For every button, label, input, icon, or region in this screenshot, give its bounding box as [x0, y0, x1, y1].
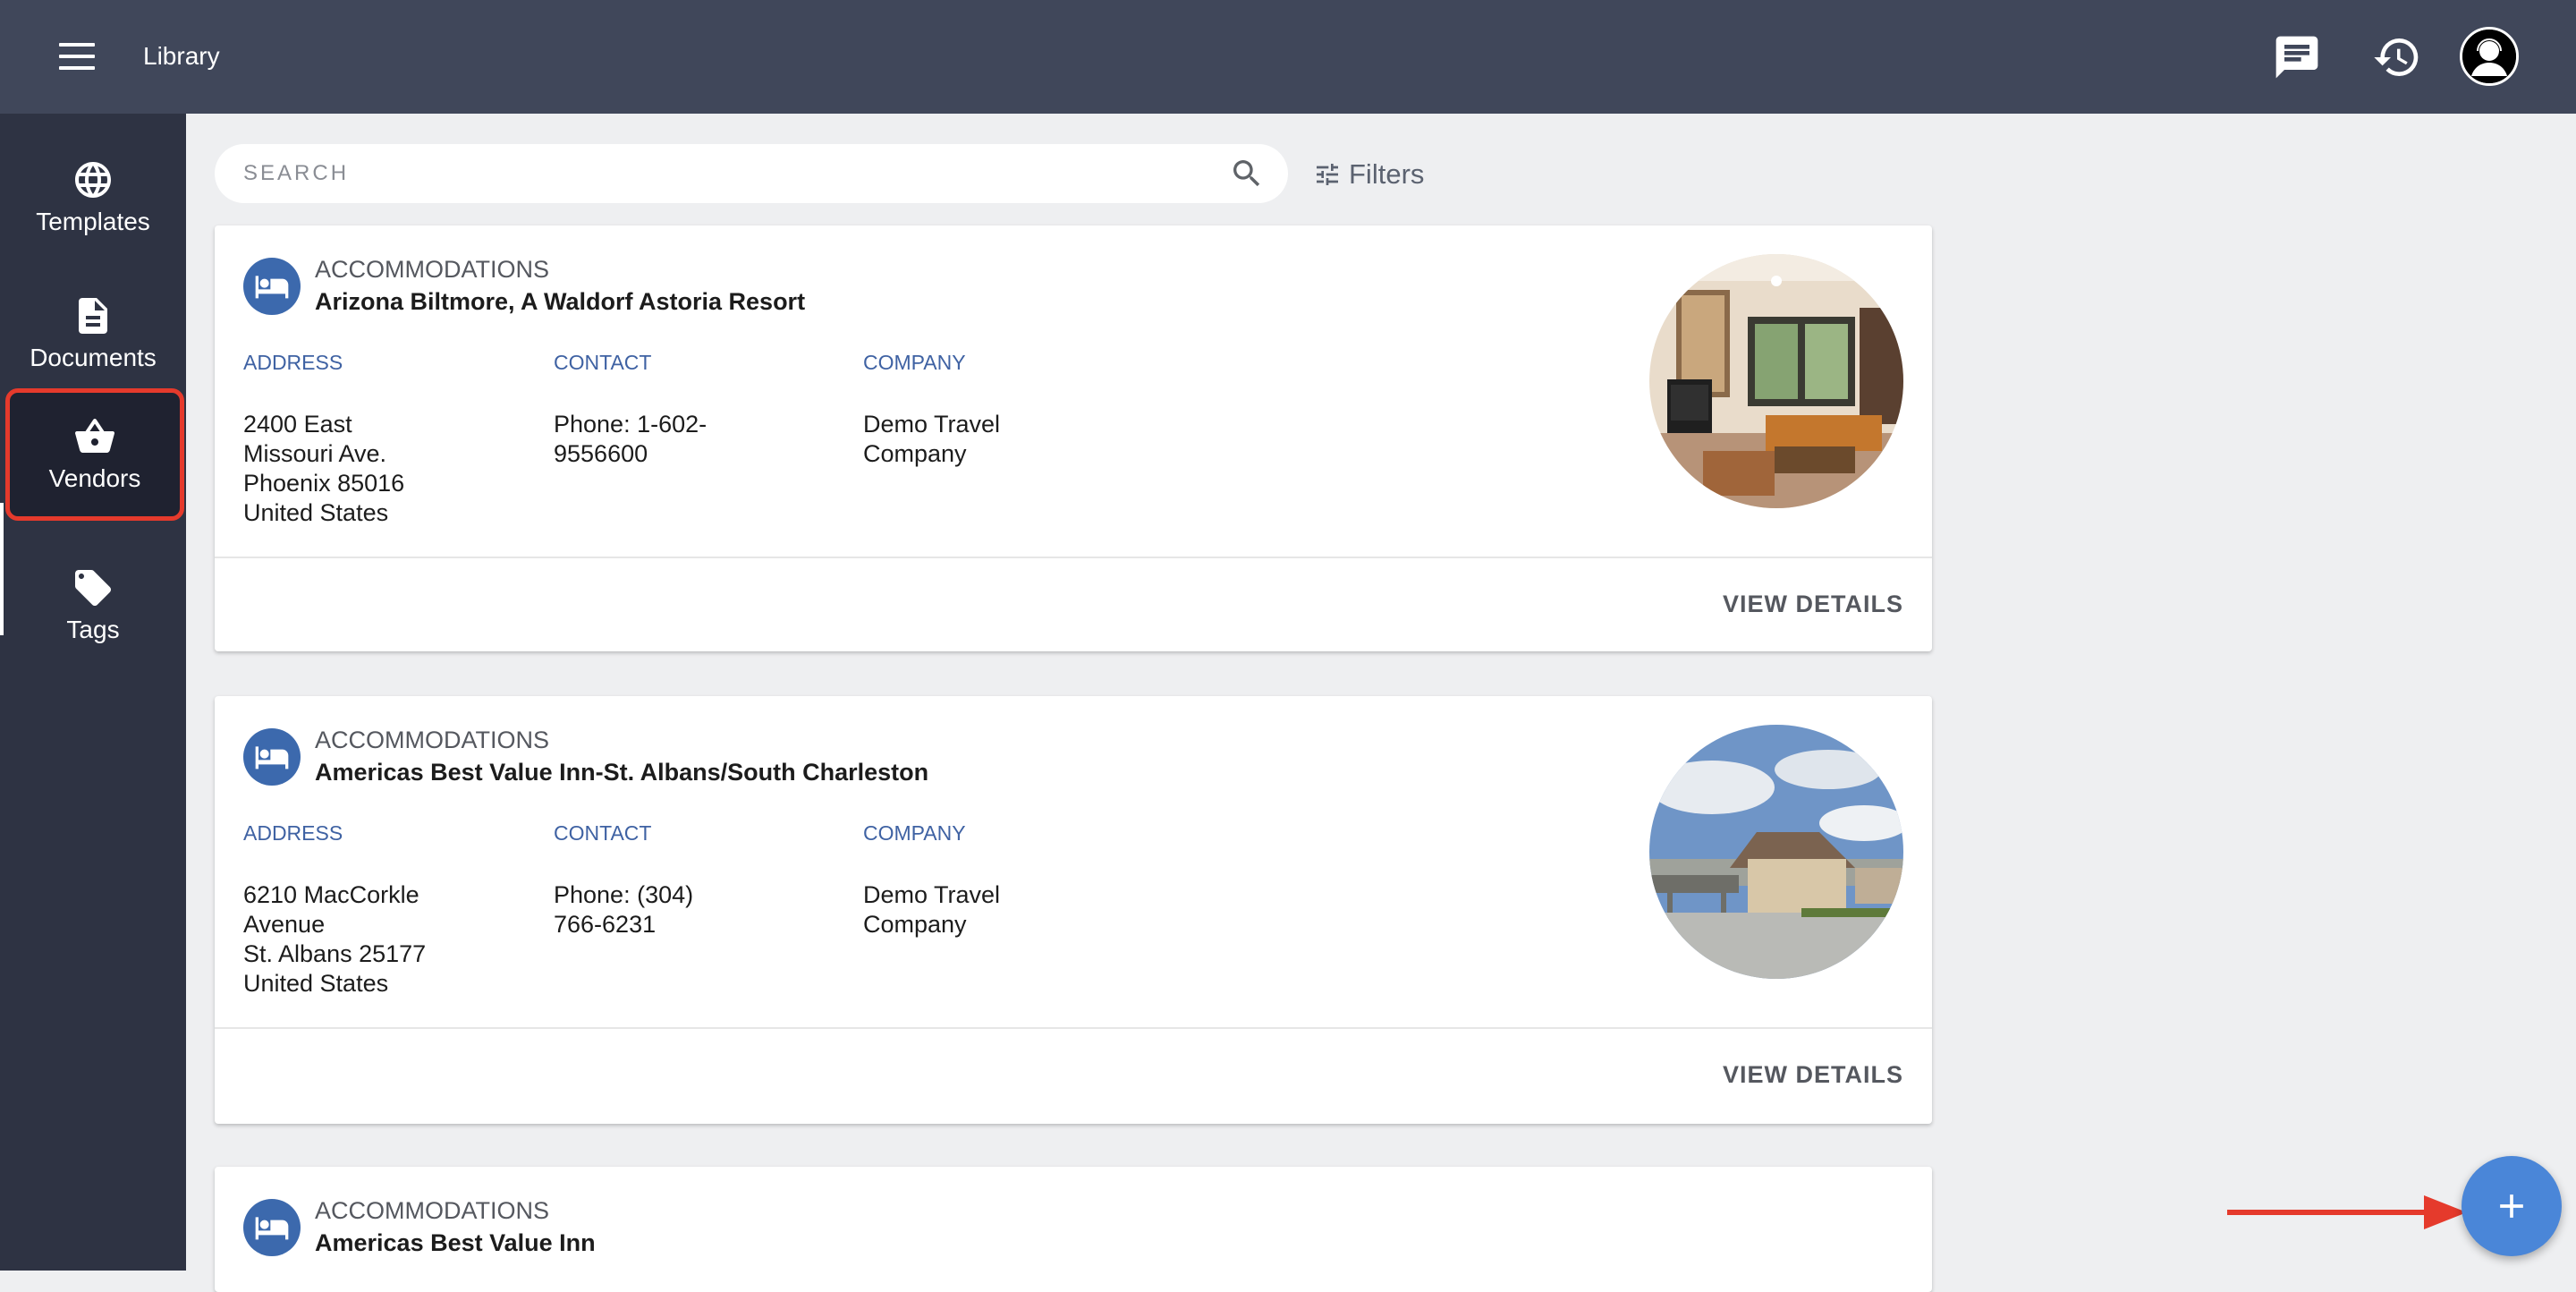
filters-label: Filters	[1349, 158, 1425, 190]
card-divider	[215, 1027, 1932, 1029]
basket-icon	[75, 418, 114, 453]
search-bar	[215, 144, 1288, 203]
company-value: Demo Travel Company	[863, 411, 1001, 467]
top-app-bar: Library	[0, 0, 2576, 114]
sidebar-item-vendors[interactable]: Vendors	[5, 388, 184, 521]
add-vendor-button[interactable]	[2462, 1156, 2562, 1256]
annotation-arrow	[2227, 1195, 2467, 1229]
filters-button[interactable]: Filters	[1313, 157, 1424, 192]
company-label: COMPANY	[863, 821, 966, 845]
globe-icon	[75, 162, 111, 198]
document-icon	[79, 298, 107, 334]
vendor-category: ACCOMMODATIONS	[315, 1197, 549, 1224]
user-avatar[interactable]	[2460, 27, 2519, 86]
search-icon[interactable]	[1229, 156, 1265, 191]
bed-icon	[243, 1199, 301, 1256]
vendor-card: ACCOMMODATIONS Americas Best Value Inn-S…	[215, 696, 1932, 1124]
address-value: 2400 East Missouri Ave. Phoenix 85016 Un…	[243, 411, 405, 526]
address-value: 6210 MacCorkle Avenue St. Albans 25177 U…	[243, 881, 427, 997]
contact-value: Phone: 1-602- 9556600	[554, 411, 708, 467]
vendor-name: Americas Best Value Inn-St. Albans/South…	[315, 759, 929, 786]
vendor-category: ACCOMMODATIONS	[315, 727, 549, 753]
view-details-button[interactable]: VIEW DETAILS	[1723, 591, 1903, 618]
card-divider	[215, 557, 1932, 558]
tag-icon	[75, 570, 111, 606]
sidebar-item-tags[interactable]: Tags	[0, 540, 186, 672]
bed-icon	[243, 728, 301, 786]
sidebar-item-label: Tags	[66, 616, 120, 643]
plus-icon	[2500, 1194, 2523, 1218]
history-icon[interactable]	[2372, 32, 2422, 82]
vendor-photo	[1649, 725, 1903, 979]
address-label: ADDRESS	[243, 821, 343, 845]
contact-value: Phone: (304) 766-6231	[554, 881, 694, 938]
company-value: Demo Travel Company	[863, 881, 1001, 938]
sidebar-item-label: Vendors	[48, 464, 141, 492]
address-label: ADDRESS	[243, 351, 343, 374]
sidebar-item-templates[interactable]: Templates	[0, 132, 186, 264]
view-details-button[interactable]: VIEW DETAILS	[1723, 1061, 1903, 1089]
sidebar-item-documents[interactable]: Documents	[0, 268, 186, 400]
vendor-name: Arizona Biltmore, A Waldorf Astoria Reso…	[315, 288, 806, 315]
sidebar-item-label: Templates	[36, 208, 150, 235]
sidebar: Templates Documents Vendors Tags	[0, 114, 186, 1271]
vendor-photo	[1649, 254, 1903, 508]
menu-icon[interactable]	[59, 43, 95, 70]
company-label: COMPANY	[863, 351, 966, 374]
page-title: Library	[143, 42, 220, 70]
chat-icon[interactable]	[2272, 32, 2322, 82]
vendor-card: ACCOMMODATIONS Arizona Biltmore, A Waldo…	[215, 225, 1932, 651]
search-input[interactable]	[243, 161, 1182, 186]
vendor-category: ACCOMMODATIONS	[315, 256, 549, 283]
contact-label: CONTACT	[554, 351, 652, 374]
bed-icon	[243, 258, 301, 315]
tune-icon	[1317, 164, 1338, 185]
contact-label: CONTACT	[554, 821, 652, 845]
vendor-card: ACCOMMODATIONS Americas Best Value Inn	[215, 1167, 1932, 1292]
vendor-name: Americas Best Value Inn	[315, 1229, 596, 1256]
sidebar-item-label: Documents	[30, 344, 157, 371]
